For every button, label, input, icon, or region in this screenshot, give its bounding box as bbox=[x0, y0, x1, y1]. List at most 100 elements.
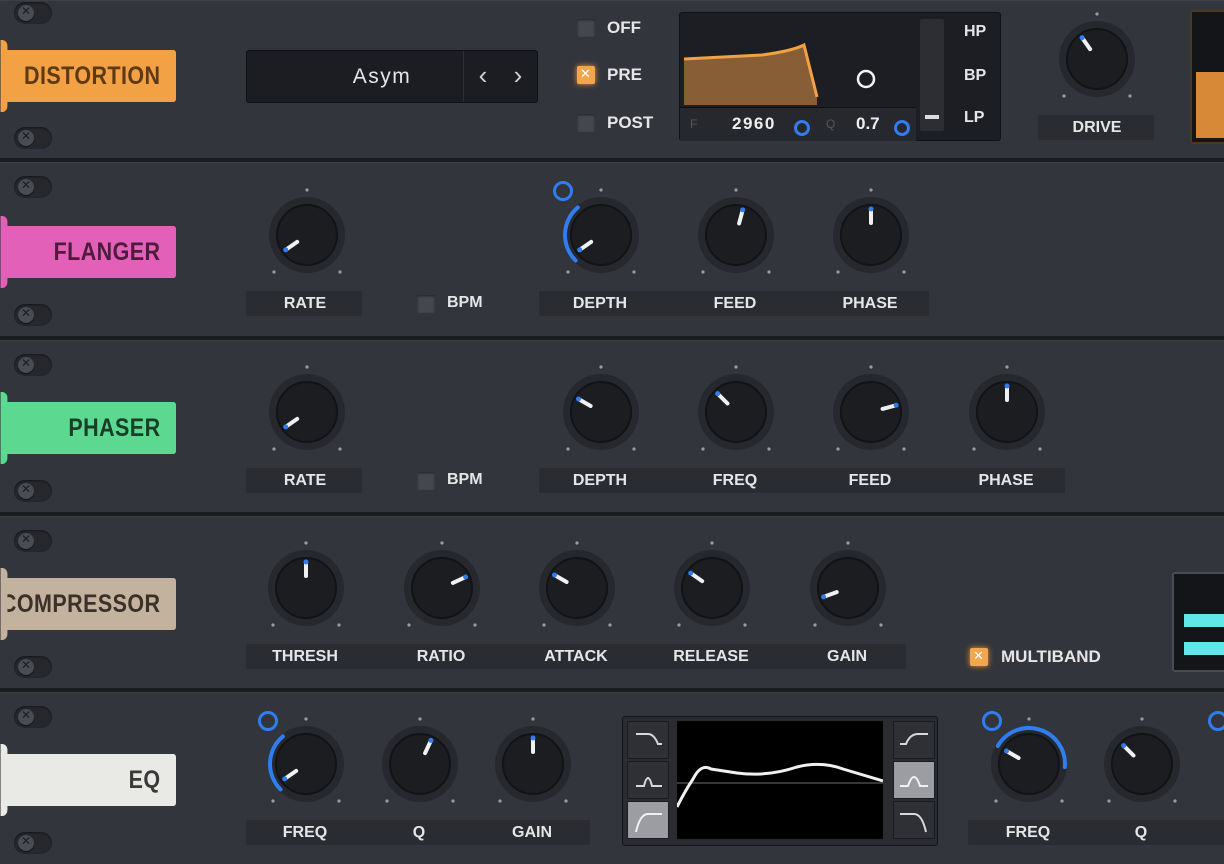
eq-tab[interactable]: EQ bbox=[0, 744, 176, 816]
eq-high-freq-mod-icon[interactable] bbox=[982, 711, 1002, 731]
eq-high-freq-label: FREQ bbox=[1005, 824, 1051, 841]
phaser-bpm-checkbox[interactable] bbox=[417, 472, 435, 490]
flanger-depth-label: DEPTH bbox=[572, 295, 628, 312]
route-post-label: POST bbox=[607, 113, 654, 132]
filter-type-hp[interactable]: HP bbox=[964, 23, 986, 41]
flanger-rate-label: RATE bbox=[283, 295, 327, 312]
filter-q-value[interactable]: 0.7 bbox=[856, 114, 880, 134]
distortion-enable-toggle[interactable] bbox=[14, 2, 52, 24]
q-mod-icon[interactable] bbox=[894, 120, 910, 136]
eq-title: EQ bbox=[128, 765, 161, 794]
compressor-release-knob[interactable] bbox=[673, 541, 751, 627]
freq-mod-icon[interactable] bbox=[794, 120, 810, 136]
compressor-title: COMPRESSOR bbox=[0, 589, 161, 618]
filter-type-bp[interactable]: BP bbox=[964, 67, 986, 85]
distortion-link-toggle[interactable] bbox=[14, 127, 52, 149]
filter-type-lp[interactable]: LP bbox=[964, 109, 984, 127]
compressor-gain-label: GAIN bbox=[827, 648, 867, 665]
phaser-tab[interactable]: PHASER bbox=[0, 392, 176, 464]
route-pre-checkbox[interactable] bbox=[577, 66, 595, 84]
eq-high-freq-knob[interactable] bbox=[990, 717, 1068, 803]
compressor-ratio-knob[interactable] bbox=[403, 541, 481, 627]
toggle-knob-icon bbox=[18, 708, 34, 725]
phaser-panel: PHASER RATE BPM DEPTH FREQ FEED PHASE bbox=[0, 340, 1224, 516]
eq-high-shape-lp-button[interactable] bbox=[893, 801, 935, 839]
filter-freq-prefix: F bbox=[690, 117, 698, 131]
flanger-feed-knob[interactable] bbox=[697, 188, 775, 274]
fx-rack: DISTORTION Asym ‹ › OFF PRE POST F 2960 … bbox=[0, 0, 1224, 864]
phaser-link-toggle[interactable] bbox=[14, 480, 52, 502]
eq-curve-graph[interactable] bbox=[677, 721, 883, 839]
eq-low-gain-label: GAIN bbox=[512, 824, 552, 841]
distortion-panel: DISTORTION Asym ‹ › OFF PRE POST F 2960 … bbox=[0, 0, 1224, 162]
filter-type-thumb[interactable] bbox=[925, 115, 939, 119]
compressor-multiband-checkbox[interactable] bbox=[970, 648, 988, 666]
eq-enable-toggle[interactable] bbox=[14, 706, 52, 728]
low-cut-icon bbox=[635, 813, 662, 833]
phaser-depth-knob[interactable] bbox=[562, 365, 640, 451]
eq-low-freq-mod-icon[interactable] bbox=[258, 711, 278, 731]
distortion-preset-selector[interactable]: Asym ‹ › bbox=[246, 50, 538, 103]
route-off-checkbox[interactable] bbox=[577, 19, 595, 37]
eq-low-q-knob[interactable] bbox=[381, 717, 459, 803]
toggle-knob-icon bbox=[18, 356, 34, 373]
compressor-tab[interactable]: COMPRESSOR bbox=[0, 568, 176, 640]
eq-high-q-knob[interactable] bbox=[1103, 717, 1181, 803]
flanger-depth-mod-icon[interactable] bbox=[553, 181, 573, 201]
flanger-depth-knob[interactable] bbox=[562, 188, 640, 274]
toggle-knob-icon bbox=[18, 178, 34, 195]
eq-high-shape-peak-button[interactable] bbox=[893, 761, 935, 799]
compressor-gain-knob[interactable] bbox=[809, 541, 887, 627]
compressor-enable-toggle[interactable] bbox=[14, 530, 52, 552]
high-shelf-icon bbox=[636, 733, 662, 745]
drive-label: DRIVE bbox=[1072, 119, 1122, 136]
eq-low-gain-knob[interactable] bbox=[494, 717, 572, 803]
filter-handle-icon bbox=[856, 69, 876, 89]
phaser-enable-toggle[interactable] bbox=[14, 354, 52, 376]
eq-low-q-label: Q bbox=[412, 824, 426, 841]
eq-link-toggle[interactable] bbox=[14, 832, 52, 854]
phaser-feed-label: FEED bbox=[848, 472, 892, 489]
flanger-link-toggle[interactable] bbox=[14, 304, 52, 326]
flanger-rate-knob[interactable] bbox=[268, 188, 346, 274]
phaser-phase-knob[interactable] bbox=[968, 365, 1046, 451]
phaser-feed-knob[interactable] bbox=[832, 365, 910, 451]
toggle-knob-icon bbox=[18, 834, 34, 851]
compressor-ratio-label: RATIO bbox=[416, 648, 466, 665]
route-post-checkbox[interactable] bbox=[577, 114, 595, 132]
flanger-phase-knob[interactable] bbox=[832, 188, 910, 274]
eq-extra-mod-icon[interactable] bbox=[1208, 711, 1224, 731]
phaser-rate-knob[interactable] bbox=[268, 365, 346, 451]
distortion-output-meter bbox=[1190, 10, 1224, 144]
distortion-title: DISTORTION bbox=[24, 61, 161, 90]
filter-curve-graph[interactable] bbox=[682, 15, 922, 107]
toggle-knob-icon bbox=[18, 482, 34, 499]
eq-low-freq-knob[interactable] bbox=[267, 717, 345, 803]
eq-high-shape-shelf-button[interactable] bbox=[893, 721, 935, 759]
phaser-freq-knob[interactable] bbox=[697, 365, 775, 451]
filter-freq-value[interactable]: 2960 bbox=[732, 114, 776, 134]
flanger-tab[interactable]: FLANGER bbox=[0, 216, 176, 288]
eq-panel: EQ FREQ Q GAIN FREQ Q bbox=[0, 692, 1224, 864]
filter-q-prefix: Q bbox=[826, 117, 836, 131]
flanger-panel: FLANGER RATE BPM DEPTH FEED PHASE bbox=[0, 162, 1224, 340]
peak-icon bbox=[900, 776, 928, 787]
flanger-bpm-checkbox[interactable] bbox=[417, 295, 435, 313]
flanger-bpm-label: BPM bbox=[447, 294, 483, 311]
distortion-filter-display: F 2960 Q 0.7 HP BP LP bbox=[679, 12, 1001, 141]
compressor-thresh-knob[interactable] bbox=[267, 541, 345, 627]
preset-prev-button[interactable]: ‹ bbox=[463, 51, 502, 102]
low-shelf-icon bbox=[900, 733, 928, 745]
eq-low-freq-label: FREQ bbox=[282, 824, 328, 841]
flanger-enable-toggle[interactable] bbox=[14, 176, 52, 198]
eq-low-shape-peak-button[interactable] bbox=[627, 761, 669, 799]
distortion-tab[interactable]: DISTORTION bbox=[0, 40, 176, 112]
compressor-link-toggle[interactable] bbox=[14, 656, 52, 678]
compressor-attack-knob[interactable] bbox=[538, 541, 616, 627]
compressor-thresh-label: THRESH bbox=[272, 648, 338, 665]
filter-type-slider[interactable] bbox=[920, 19, 944, 131]
drive-knob[interactable] bbox=[1058, 12, 1136, 98]
eq-low-shape-hp-button[interactable] bbox=[627, 801, 669, 839]
preset-next-button[interactable]: › bbox=[499, 51, 537, 102]
eq-low-shape-shelf-button[interactable] bbox=[627, 721, 669, 759]
